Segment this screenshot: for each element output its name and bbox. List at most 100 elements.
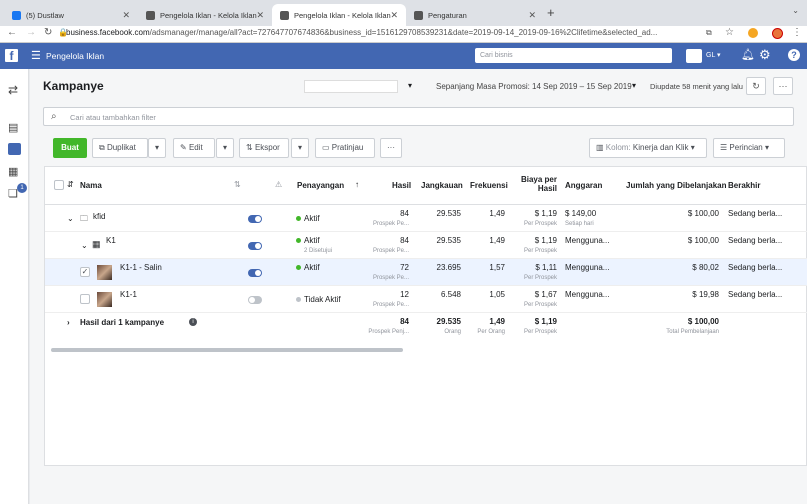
- refresh-button[interactable]: ↻: [746, 77, 766, 95]
- create-button[interactable]: Buat: [53, 138, 87, 158]
- status-toggle[interactable]: [248, 215, 262, 223]
- reach-cell: 29.535: [436, 209, 461, 218]
- forward-icon[interactable]: →: [26, 27, 36, 38]
- browser-menu-icon[interactable]: ⋮: [792, 27, 802, 38]
- close-tab-icon[interactable]: ✕: [528, 10, 536, 21]
- switch-icon[interactable]: ⇄: [8, 83, 21, 97]
- more-options-button[interactable]: ···: [773, 77, 793, 95]
- header-frequency[interactable]: Frekuensi: [470, 181, 508, 190]
- reach-cell: 6.548: [440, 290, 461, 299]
- status-toggle[interactable]: [248, 269, 262, 277]
- columns-button[interactable]: ▥ Kolom: Kinerja dan Klik ▾: [589, 138, 707, 158]
- notifications-bell-icon[interactable]: 🔔︎: [741, 48, 755, 61]
- browser-tab[interactable]: (5) Dustlaw ✕: [4, 4, 138, 26]
- bookmark-star-icon[interactable]: ☆: [725, 27, 734, 38]
- browser-tab-active[interactable]: Pengelola Iklan - Kelola Iklan ✕: [272, 4, 406, 26]
- header-cost-per-result[interactable]: Biaya per Hasil: [515, 175, 557, 193]
- close-tab-icon[interactable]: ✕: [256, 10, 264, 21]
- info-icon[interactable]: i: [189, 318, 197, 326]
- header-amount-spent[interactable]: Jumlah yang Dibelanjakan: [626, 181, 726, 190]
- select-all-checkbox[interactable]: [54, 180, 64, 190]
- header-reach[interactable]: Jangkauan: [421, 181, 463, 190]
- edit-dropdown[interactable]: ▾: [216, 138, 234, 158]
- business-search-input[interactable]: Cari bisnis: [475, 48, 672, 63]
- folder-icon: 🗀︎: [80, 214, 88, 223]
- reports-icon[interactable]: ▤: [8, 121, 21, 134]
- sort-icon[interactable]: ⇅: [234, 180, 241, 189]
- facebook-favicon-icon: [12, 10, 21, 20]
- header-name[interactable]: Nama: [80, 181, 102, 190]
- translate-icon[interactable]: ⧉: [706, 28, 712, 38]
- campaign-selector[interactable]: [304, 80, 398, 93]
- chevron-down-icon[interactable]: ▾: [717, 51, 721, 59]
- sort-arrow-icon[interactable]: ↑: [355, 180, 359, 189]
- grid-icon[interactable]: ▦: [8, 165, 21, 178]
- close-tab-icon[interactable]: ✕: [122, 10, 130, 21]
- new-tab-icon[interactable]: +: [547, 5, 555, 20]
- filter-search-input[interactable]: ⌕ Cari atau tambahkan filter: [43, 107, 794, 126]
- row-name[interactable]: kfid: [93, 212, 105, 221]
- row-checkbox-checked[interactable]: ✓: [80, 267, 90, 277]
- edit-button[interactable]: ✎ Edit: [173, 138, 215, 158]
- profile-avatar[interactable]: [772, 28, 783, 39]
- totals-row: › Hasil dari 1 kampanye i 84 Prospek Penj…: [45, 313, 807, 343]
- preview-button[interactable]: ▭ Pratinjau: [315, 138, 375, 158]
- left-navigation: ⇄ ▤ ▦ ❏ 1: [0, 69, 29, 504]
- table-row-campaign[interactable]: ⌄ 🗀︎ kfid Aktif 84 Prospek Pe... 29.535 1…: [45, 205, 807, 232]
- help-icon[interactable]: ?: [788, 49, 800, 61]
- export-dropdown[interactable]: ▾: [291, 138, 309, 158]
- search-icon: ⌕: [51, 111, 57, 122]
- chevron-down-icon[interactable]: ⌄: [67, 214, 74, 223]
- horizontal-scrollbar[interactable]: [51, 348, 403, 352]
- table-row-ad-selected[interactable]: ✓ K1-1 - Salin Aktif 72 Prospek Pe... 23.…: [45, 259, 807, 286]
- gear-icon[interactable]: ⚙: [759, 47, 771, 63]
- row-name[interactable]: K1: [106, 236, 116, 245]
- facebook-logo-icon[interactable]: f: [5, 49, 18, 63]
- browser-tab-bar: (5) Dustlaw ✕ Pengelola Iklan - Kelola I…: [0, 0, 807, 26]
- url-field[interactable]: business.facebook.com/adsmanager/manage/…: [66, 28, 657, 37]
- export-button[interactable]: ⇅ Ekspor: [239, 138, 289, 158]
- breakdown-button[interactable]: ☰ Perincian ▾: [713, 138, 785, 158]
- reach-cell: 23.695: [436, 263, 461, 272]
- browser-tab[interactable]: Pengaturan ✕: [406, 4, 544, 26]
- back-icon[interactable]: ←: [7, 27, 17, 38]
- chevron-down-icon[interactable]: ⌄: [81, 241, 88, 250]
- chevron-right-icon[interactable]: ›: [67, 318, 70, 327]
- total-cpr: $ 1,19 Per Prospek: [523, 317, 557, 335]
- more-actions-button[interactable]: ···: [380, 138, 402, 158]
- status-toggle[interactable]: [248, 296, 262, 304]
- folder-campaigns-icon[interactable]: [8, 143, 21, 155]
- account-avatar[interactable]: [686, 49, 702, 63]
- results-cell: 72 Prospek Pe...: [372, 263, 409, 281]
- hamburger-menu-icon[interactable]: ☰: [31, 49, 41, 62]
- header-budget[interactable]: Anggaran: [565, 181, 602, 190]
- spent-cell: $ 100,00: [687, 236, 719, 245]
- row-name[interactable]: K1-1: [120, 290, 137, 299]
- header-ends[interactable]: Berakhir: [728, 181, 760, 190]
- table-row-ad[interactable]: K1-1 Tidak Aktif 12 Prospek Pe... 6.548 1…: [45, 286, 807, 313]
- total-spent: $ 100,00 Total Pembelanjaan: [666, 317, 719, 335]
- table-row-adset[interactable]: ⌄ ▦ K1 Aktif 2 Disetujui 84 Prospek Pe... …: [45, 232, 807, 259]
- budget-cell: Mengguna...: [565, 236, 610, 245]
- row-name[interactable]: K1-1 - Salin: [120, 263, 162, 272]
- chevron-down-icon[interactable]: ▾: [632, 81, 636, 90]
- extension-icon[interactable]: [748, 28, 758, 38]
- date-range[interactable]: Sepanjang Masa Promosi: 14 Sep 2019 – 15…: [436, 82, 632, 91]
- columns-icon: ▥: [596, 143, 606, 152]
- status-toggle[interactable]: [248, 242, 262, 250]
- tab-overflow-icon[interactable]: ⌄: [792, 6, 799, 15]
- duplicate-button[interactable]: ⧉ Duplikat: [92, 138, 148, 158]
- duplicate-dropdown[interactable]: ▾: [148, 138, 166, 158]
- column-settings-icon[interactable]: ⇵: [67, 180, 74, 189]
- account-initials[interactable]: GL: [706, 52, 715, 59]
- close-tab-icon[interactable]: ✕: [390, 10, 398, 21]
- header-delivery[interactable]: Penayangan: [297, 181, 344, 190]
- reload-icon[interactable]: ↻: [44, 27, 52, 38]
- frequency-cell: 1,05: [489, 290, 505, 299]
- header-results[interactable]: Hasil: [392, 181, 411, 190]
- main-content: Kampanye ▾ Sepanjang Masa Promosi: 14 Se…: [30, 69, 807, 504]
- app-title[interactable]: Pengelola Iklan: [46, 51, 104, 61]
- chevron-down-icon[interactable]: ▾: [408, 81, 412, 90]
- row-checkbox[interactable]: [80, 294, 90, 304]
- browser-tab[interactable]: Pengelola Iklan - Kelola Iklan ✕: [138, 4, 272, 26]
